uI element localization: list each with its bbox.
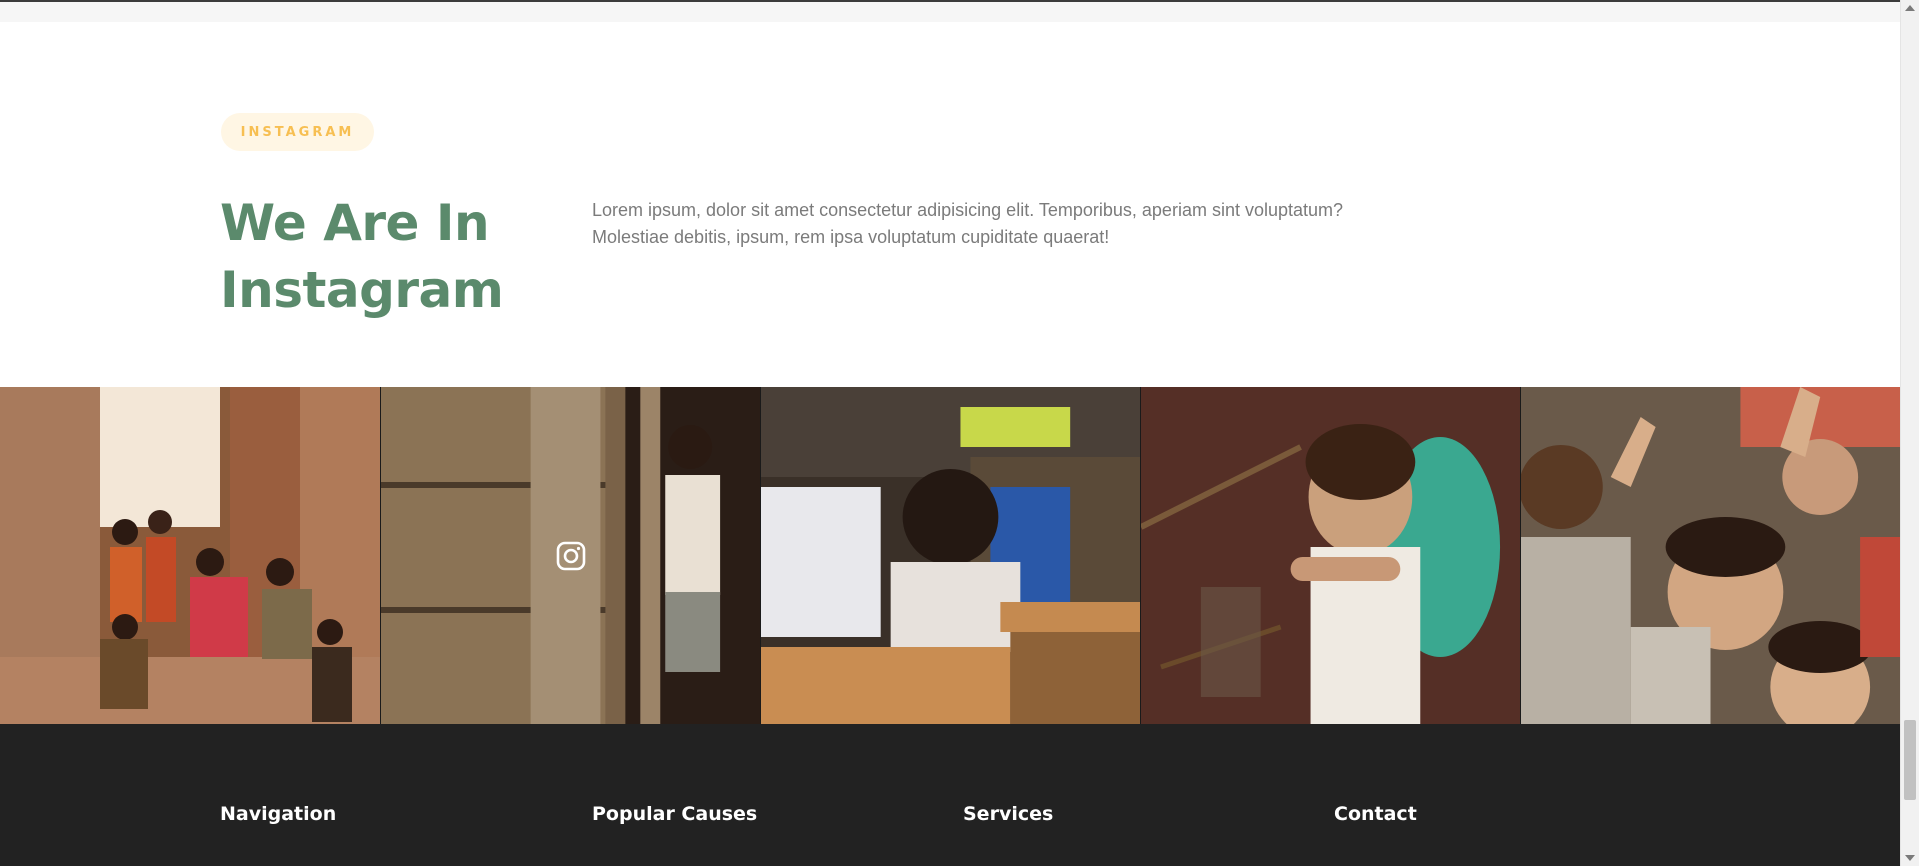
scroll-up-arrow-icon[interactable]	[1905, 5, 1915, 11]
gallery-photo-1[interactable]	[0, 387, 380, 724]
footer-heading-popular-causes: Popular Causes	[592, 803, 758, 825]
children-at-school-desks-image	[761, 387, 1140, 724]
children-peace-signs-image	[1521, 387, 1900, 724]
gallery-photo-5[interactable]	[1520, 387, 1900, 724]
gallery-photo-3[interactable]	[760, 387, 1140, 724]
instagram-icon	[556, 541, 585, 570]
gallery-photo-4[interactable]	[1140, 387, 1520, 724]
footer-heading-services: Services	[963, 803, 1054, 825]
section-description: Lorem ipsum, dolor sit amet consectetur …	[592, 200, 1344, 247]
children-in-doorway-image	[0, 387, 380, 724]
footer-heading-navigation: Navigation	[220, 803, 337, 825]
smiling-child-in-chair-image	[1141, 387, 1520, 724]
section-badge: INSTAGRAM	[221, 113, 374, 151]
footer-heading-contact: Contact	[1334, 803, 1417, 825]
site-footer: Navigation Popular Causes Services Conta…	[0, 724, 1900, 866]
vertical-scrollbar[interactable]	[1900, 0, 1919, 866]
scroll-down-arrow-icon[interactable]	[1905, 855, 1915, 861]
instagram-gallery	[0, 387, 1900, 724]
gallery-photo-2[interactable]	[380, 387, 760, 724]
section-heading: We Are In Instagram	[220, 194, 504, 319]
scrollbar-thumb[interactable]	[1904, 720, 1916, 800]
page: INSTAGRAM We Are In Instagram Lorem ipsu…	[0, 0, 1900, 866]
